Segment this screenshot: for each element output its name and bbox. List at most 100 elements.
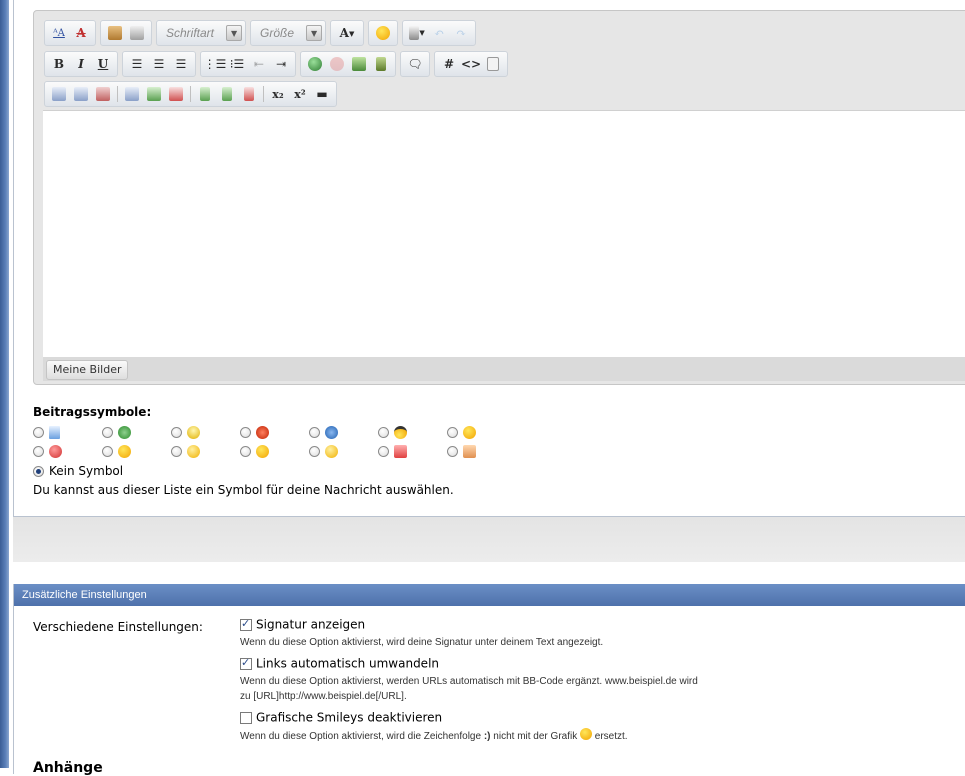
arrow-icon [118, 426, 131, 439]
smiley-icon[interactable] [373, 23, 393, 43]
auto-links-checkbox[interactable] [240, 656, 252, 670]
paste-icon[interactable] [105, 23, 125, 43]
symbol-option[interactable] [447, 426, 516, 439]
symbol-option[interactable] [240, 445, 309, 458]
radio[interactable] [33, 446, 44, 457]
symbol-option[interactable] [171, 426, 240, 439]
unordered-list-icon[interactable]: ⁝☰ [227, 54, 247, 74]
radio[interactable] [171, 446, 182, 457]
chevron-down-icon[interactable]: ▼ [226, 25, 243, 41]
table-delete-icon[interactable] [93, 84, 113, 104]
font-color-icon[interactable]: A ▼ [335, 23, 359, 43]
symbol-option[interactable] [33, 445, 102, 458]
font-family-label: Schriftart [166, 26, 215, 40]
symbol-option[interactable] [378, 445, 447, 458]
smiley-button[interactable] [368, 20, 399, 46]
symbol-option[interactable] [102, 426, 171, 439]
paste-text-icon[interactable] [127, 23, 147, 43]
disable-smileys-description: Wenn du diese Option aktivierst, wird di… [240, 727, 628, 744]
symbol-option[interactable] [240, 426, 309, 439]
symbol-option[interactable] [309, 445, 378, 458]
insert-row-before-icon[interactable] [122, 84, 142, 104]
font-family-select[interactable]: Schriftart ▼ [156, 20, 247, 46]
indent-icon[interactable]: ⇥ [271, 54, 291, 74]
auto-links-description-line1: Wenn du diese Option aktivierst, werden … [240, 675, 698, 687]
radio[interactable] [33, 427, 44, 438]
symbol-option[interactable] [33, 426, 102, 439]
disable-smileys-checkbox[interactable] [240, 711, 252, 724]
clipboard-icon[interactable]: ▼ [407, 23, 427, 43]
insert-col-before-icon[interactable] [195, 84, 215, 104]
toolbar-group-lists: ⋮☰ ⁝☰ ⇤ ⇥ [200, 51, 296, 77]
insert-row-after-icon[interactable] [144, 84, 164, 104]
auto-links-label[interactable]: Links automatisch umwandeln [256, 657, 439, 671]
radio[interactable] [309, 427, 320, 438]
align-left-icon[interactable]: ☰ [127, 54, 147, 74]
radio[interactable] [102, 427, 113, 438]
remove-format-icon[interactable]: A [71, 23, 91, 43]
quote-icon[interactable]: 🗨 [405, 54, 425, 74]
horizontal-rule-icon[interactable]: ▬ [312, 84, 332, 104]
toolbar-row-3: x₂ x² ▬ [44, 81, 341, 107]
exclamation-icon [256, 426, 269, 439]
subscript-button[interactable]: x₂ [268, 84, 288, 104]
align-center-icon[interactable]: ☰ [149, 54, 169, 74]
hash-icon[interactable]: # [439, 54, 459, 74]
image-icon[interactable] [349, 54, 369, 74]
signature-description: Wenn du diese Option aktivierst, wird de… [240, 636, 604, 648]
auto-links-description: Wenn du diese Option aktivierst, werden … [240, 674, 698, 704]
wysiwyg-editor: ᴬA A Schriftart ▼ Größe ▼ A ▼ ▼ ↶ ↷ B I … [33, 10, 965, 385]
code-icon[interactable]: <> [461, 54, 481, 74]
radio[interactable] [447, 427, 458, 438]
radio-selected[interactable] [33, 465, 44, 477]
redo-icon[interactable]: ↷ [451, 23, 471, 43]
unlink-icon[interactable] [327, 54, 347, 74]
symbol-option[interactable] [447, 445, 516, 458]
delete-row-icon[interactable] [166, 84, 186, 104]
no-symbol-option[interactable]: Kein Symbol [33, 464, 123, 478]
radio[interactable] [102, 446, 113, 457]
symbol-option[interactable] [102, 445, 171, 458]
ordered-list-icon[interactable]: ⋮☰ [204, 54, 227, 74]
italic-button[interactable]: I [71, 54, 91, 74]
font-size-select[interactable]: Größe ▼ [250, 20, 327, 46]
underline-button[interactable]: U [93, 54, 113, 74]
no-symbol-label: Kein Symbol [49, 464, 124, 478]
outdent-icon[interactable]: ⇤ [249, 54, 269, 74]
delete-col-icon[interactable] [239, 84, 259, 104]
font-color-button[interactable]: A ▼ [330, 20, 365, 46]
radio[interactable] [240, 427, 251, 438]
toolbar-separator [117, 86, 118, 102]
desc-mid: nicht mit der Grafik [493, 730, 578, 742]
php-icon[interactable] [483, 54, 503, 74]
table-icon[interactable] [49, 84, 69, 104]
symbol-option[interactable] [378, 426, 447, 439]
symbol-option[interactable] [309, 426, 378, 439]
radio[interactable] [378, 427, 389, 438]
chevron-down-icon[interactable]: ▼ [306, 25, 323, 41]
insert-col-after-icon[interactable] [217, 84, 237, 104]
align-right-icon[interactable]: ☰ [171, 54, 191, 74]
font-style-icon[interactable]: ᴬA [49, 23, 69, 43]
radio[interactable] [309, 446, 320, 457]
radio[interactable] [171, 427, 182, 438]
section-header: Zusätzliche Einstellungen [14, 584, 965, 606]
link-icon[interactable] [305, 54, 325, 74]
signature-checkbox[interactable] [240, 617, 252, 631]
radio[interactable] [240, 446, 251, 457]
quote-button[interactable]: 🗨 [400, 51, 430, 77]
superscript-button[interactable]: x² [290, 84, 310, 104]
my-pictures-button[interactable]: Meine Bilder [46, 360, 129, 380]
disable-smileys-label[interactable]: Grafische Smileys deaktivieren [256, 711, 442, 725]
signature-label[interactable]: Signatur anzeigen [256, 618, 365, 632]
sad-icon [118, 445, 131, 458]
table-props-icon[interactable] [71, 84, 91, 104]
symbol-option[interactable] [171, 445, 240, 458]
smile-icon [463, 426, 476, 439]
radio[interactable] [447, 446, 458, 457]
video-icon[interactable] [371, 54, 391, 74]
radio[interactable] [378, 446, 389, 457]
bold-button[interactable]: B [49, 54, 69, 74]
message-textarea[interactable] [43, 110, 965, 357]
undo-icon[interactable]: ↶ [429, 23, 449, 43]
